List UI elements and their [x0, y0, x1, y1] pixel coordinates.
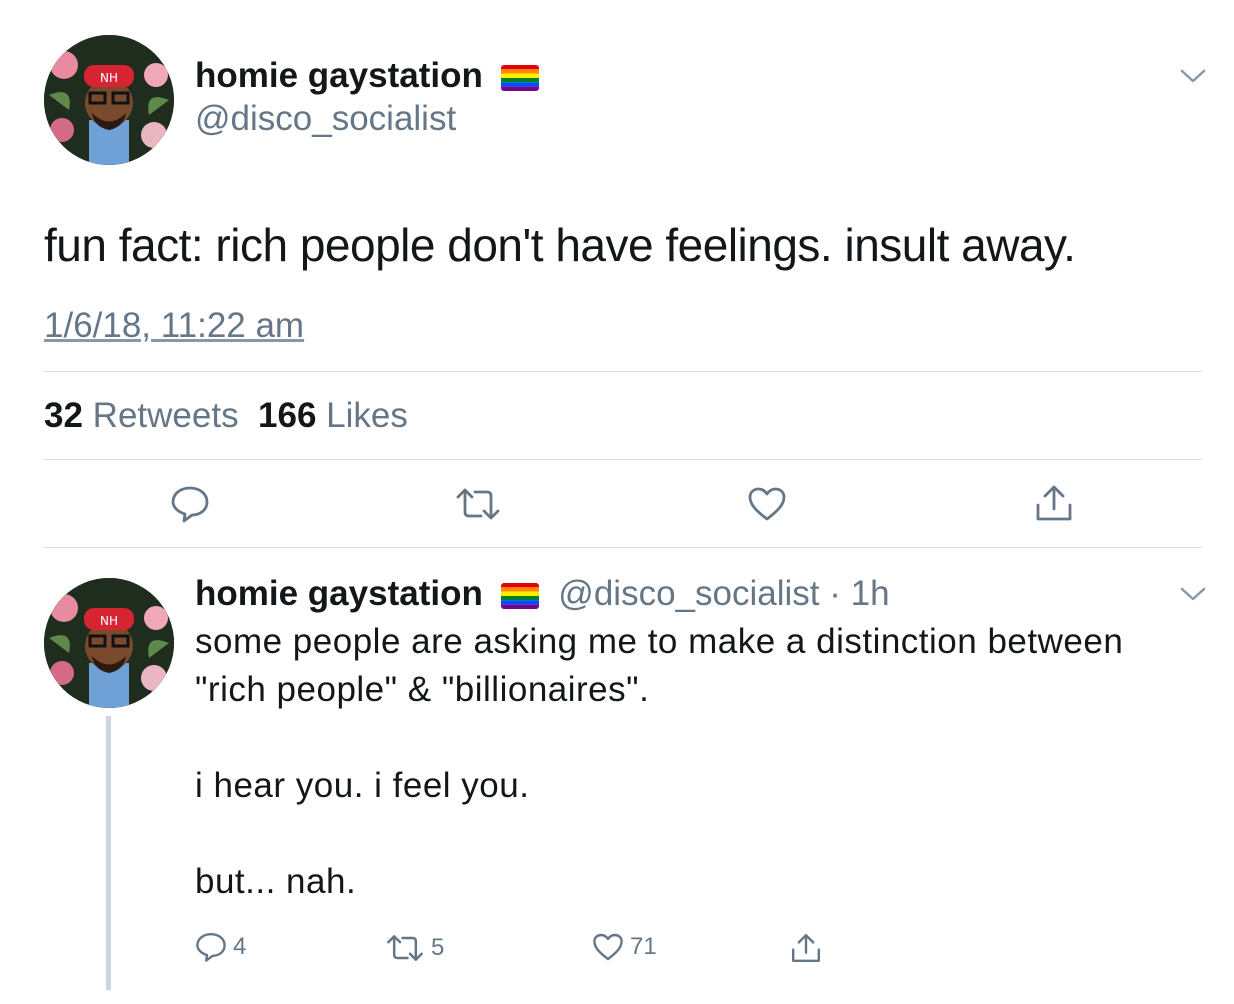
reply-like-button[interactable]: 71	[592, 932, 657, 962]
reply-icon[interactable]	[170, 484, 210, 524]
retweet-icon	[387, 935, 423, 961]
like-icon	[593, 933, 623, 961]
reply-reply-button[interactable]: 4	[195, 931, 246, 963]
tweet-text: fun fact: rich people don't have feeling…	[44, 219, 1076, 271]
reply-header: homie gaystation @disco_socialist · 1h	[195, 574, 890, 614]
reply-line	[195, 810, 1123, 858]
reply-line	[195, 714, 1123, 762]
likes-label: Likes	[326, 396, 408, 435]
likes-count: 166	[258, 396, 317, 435]
share-icon[interactable]	[1034, 483, 1074, 523]
chevron-down-icon[interactable]	[1180, 586, 1206, 602]
reply-line: "rich people" & "billionaires".	[195, 670, 650, 709]
reply-count: 4	[233, 933, 247, 960]
divider	[44, 547, 1202, 548]
retweet-icon[interactable]	[455, 486, 501, 522]
thread-line	[106, 716, 111, 990]
share-icon	[792, 934, 820, 962]
reply-avatar[interactable]: NH	[44, 578, 174, 708]
svg-text:NH: NH	[100, 71, 118, 85]
reply-display-name[interactable]: homie gaystation	[195, 574, 483, 613]
reply-line: some people are asking me to make a dist…	[195, 622, 1124, 661]
reply-like-count: 71	[630, 933, 657, 960]
timestamp[interactable]: 1/6/18, 11:22 am	[44, 306, 304, 346]
reply-time[interactable]: 1h	[851, 574, 890, 613]
avatar[interactable]: NH	[44, 35, 174, 165]
handle[interactable]: @disco_socialist	[195, 99, 456, 139]
reply-text: some people are asking me to make a dist…	[195, 618, 1123, 906]
retweets-count: 32	[44, 396, 83, 435]
svg-text:NH: NH	[100, 614, 118, 628]
divider	[44, 371, 1202, 372]
tweet-stats: 32 Retweets 166 Likes	[44, 396, 408, 436]
like-icon[interactable]	[747, 486, 787, 522]
display-name[interactable]: homie gaystation	[195, 56, 539, 96]
display-name-text[interactable]: homie gaystation	[195, 56, 483, 95]
reply-icon	[196, 933, 226, 962]
retweets-stat[interactable]: 32 Retweets	[44, 396, 239, 435]
retweets-label: Retweets	[92, 396, 239, 435]
reply-retweet-button[interactable]: 5	[385, 933, 444, 963]
likes-stat[interactable]: 166 Likes	[258, 396, 408, 435]
reply-line: but... nah.	[195, 862, 357, 901]
reply-line: i hear you. i feel you.	[195, 766, 530, 805]
reply-retweet-count: 5	[431, 934, 445, 961]
reply-share-button[interactable]	[790, 931, 822, 965]
divider	[44, 459, 1202, 460]
rainbow-flag-icon	[500, 582, 539, 609]
reply-separator: ·	[829, 574, 841, 613]
rainbow-flag-icon	[500, 64, 539, 91]
reply-handle[interactable]: @disco_socialist	[558, 574, 819, 613]
chevron-down-icon[interactable]	[1180, 68, 1206, 84]
